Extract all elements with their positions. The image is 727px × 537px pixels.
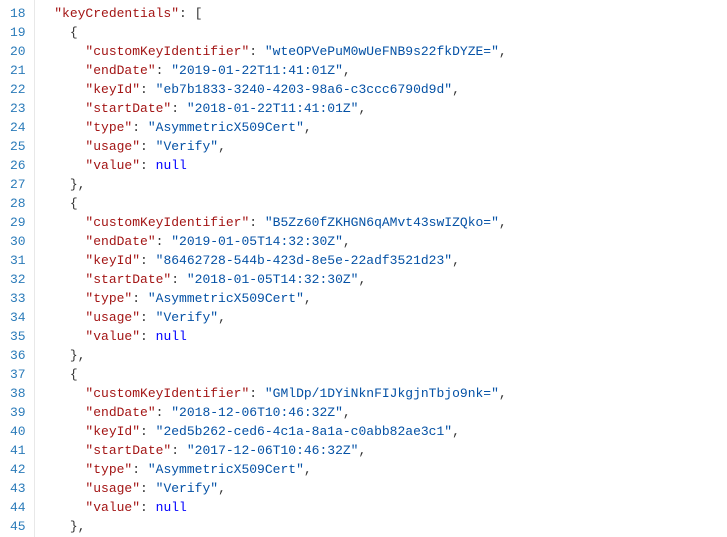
code-line: "type": "AsymmetricX509Cert", — [39, 289, 727, 308]
line-number: 44 — [10, 498, 26, 517]
line-number: 33 — [10, 289, 26, 308]
line-number: 36 — [10, 346, 26, 365]
line-number: 19 — [10, 23, 26, 42]
line-number: 21 — [10, 61, 26, 80]
code-line: "type": "AsymmetricX509Cert", — [39, 118, 727, 137]
code-editor: 1819202122232425262728293031323334353637… — [0, 0, 727, 537]
code-line: "keyCredentials": [ — [39, 4, 727, 23]
code-line: "keyId": "eb7b1833-3240-4203-98a6-c3ccc6… — [39, 80, 727, 99]
code-line: "usage": "Verify", — [39, 137, 727, 156]
code-line: }, — [39, 175, 727, 194]
code-line: "startDate": "2018-01-22T11:41:01Z", — [39, 99, 727, 118]
line-number-gutter: 1819202122232425262728293031323334353637… — [0, 0, 35, 537]
line-number: 37 — [10, 365, 26, 384]
code-line: "value": null — [39, 327, 727, 346]
line-number: 25 — [10, 137, 26, 156]
line-number: 41 — [10, 441, 26, 460]
code-line: "startDate": "2018-01-05T14:32:30Z", — [39, 270, 727, 289]
code-area: "keyCredentials": [ { "customKeyIdentifi… — [35, 0, 727, 537]
line-number: 23 — [10, 99, 26, 118]
line-number: 27 — [10, 175, 26, 194]
code-line: { — [39, 194, 727, 213]
line-number: 42 — [10, 460, 26, 479]
code-line: "keyId": "2ed5b262-ced6-4c1a-8a1a-c0abb8… — [39, 422, 727, 441]
code-line: "startDate": "2017-12-06T10:46:32Z", — [39, 441, 727, 460]
code-line: "customKeyIdentifier": "wteOPVePuM0wUeFN… — [39, 42, 727, 61]
code-line: }, — [39, 517, 727, 536]
line-number: 20 — [10, 42, 26, 61]
code-line: "value": null — [39, 156, 727, 175]
line-number: 30 — [10, 232, 26, 251]
code-line: "usage": "Verify", — [39, 479, 727, 498]
code-line: "endDate": "2018-12-06T10:46:32Z", — [39, 403, 727, 422]
code-line: { — [39, 365, 727, 384]
line-number: 35 — [10, 327, 26, 346]
line-number: 24 — [10, 118, 26, 137]
code-line: "usage": "Verify", — [39, 308, 727, 327]
code-line: "endDate": "2019-01-22T11:41:01Z", — [39, 61, 727, 80]
code-line: "type": "AsymmetricX509Cert", — [39, 460, 727, 479]
line-number: 39 — [10, 403, 26, 422]
code-line: { — [39, 23, 727, 42]
line-number: 22 — [10, 80, 26, 99]
line-number: 26 — [10, 156, 26, 175]
code-line: "value": null — [39, 498, 727, 517]
line-number: 31 — [10, 251, 26, 270]
code-line: "keyId": "86462728-544b-423d-8e5e-22adf3… — [39, 251, 727, 270]
code-line: "customKeyIdentifier": "B5Zz60fZKHGN6qAM… — [39, 213, 727, 232]
line-number: 28 — [10, 194, 26, 213]
line-number: 43 — [10, 479, 26, 498]
line-number: 29 — [10, 213, 26, 232]
code-line: }, — [39, 346, 727, 365]
line-number: 18 — [10, 4, 26, 23]
code-line: "customKeyIdentifier": "GMlDp/1DYiNknFIJ… — [39, 384, 727, 403]
code-line: "endDate": "2019-01-05T14:32:30Z", — [39, 232, 727, 251]
line-number: 38 — [10, 384, 26, 403]
line-number: 45 — [10, 517, 26, 536]
line-number: 40 — [10, 422, 26, 441]
line-number: 32 — [10, 270, 26, 289]
line-number: 34 — [10, 308, 26, 327]
